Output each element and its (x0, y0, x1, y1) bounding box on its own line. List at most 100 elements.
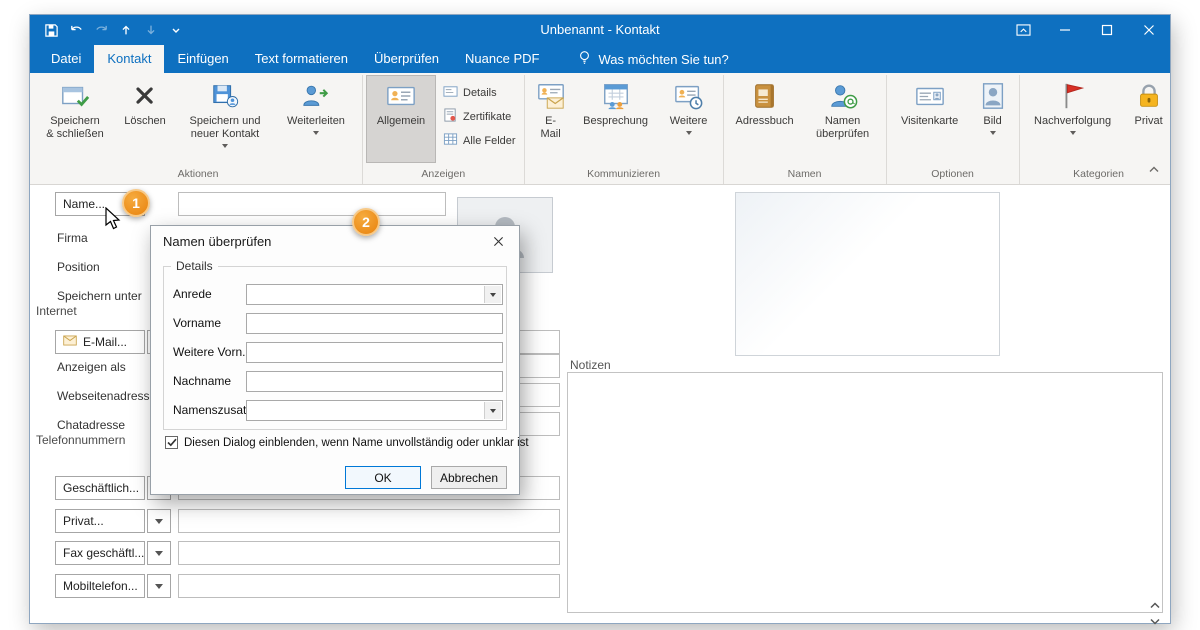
nachname-label: Nachname (173, 374, 232, 388)
nachname-input[interactable] (246, 371, 503, 392)
privat-button[interactable]: Privat (1123, 75, 1170, 163)
business-card-preview[interactable] (735, 192, 1000, 356)
save-new-contact-icon (209, 80, 241, 112)
chevron-down-icon[interactable] (484, 402, 501, 419)
save-and-close-button[interactable]: Speichern & schließen (37, 75, 113, 163)
meeting-calendar-icon (600, 80, 632, 112)
namenszusatz-select[interactable] (246, 400, 503, 421)
check-names-icon (827, 80, 859, 112)
save-and-new-contact-button[interactable]: Speichern und neuer Kontakt (177, 75, 273, 163)
notes-textarea[interactable] (567, 372, 1163, 613)
show-dialog-checkbox-row[interactable]: Diesen Dialog einblenden, wenn Name unvo… (165, 436, 529, 449)
weitere-button[interactable]: Weitere (658, 75, 720, 163)
phone-fax-button[interactable]: Fax geschäftl... (55, 541, 145, 565)
all-fields-grid-icon (443, 132, 458, 150)
scroll-up-button[interactable] (1146, 598, 1164, 612)
besprechung-button[interactable]: Besprechung (574, 75, 658, 163)
vorname-input[interactable] (246, 313, 503, 334)
tab-text-formatieren[interactable]: Text formatieren (242, 45, 361, 73)
delete-button[interactable]: Löschen (113, 75, 177, 163)
dropdown-caret (685, 131, 692, 135)
speichern-unter-label: Speichern unter (57, 289, 142, 303)
phone-geschaeftlich-button[interactable]: Geschäftlich... (55, 476, 145, 500)
annotation-step-1: 1 (122, 189, 150, 217)
tab-ueberpruefen[interactable]: Überprüfen (361, 45, 452, 73)
redo-icon[interactable] (90, 19, 112, 41)
group-label-namen: Namen (787, 168, 822, 180)
weitere-vorn-input[interactable] (246, 342, 503, 363)
ribbon-group-kommunizieren: E- Mail Besprechung Weitere Kommuniziere… (525, 75, 724, 184)
forward-button[interactable]: Weiterleiten (273, 75, 359, 163)
namen-ueberpruefen-button[interactable]: Namen überprüfen (803, 75, 883, 163)
notizen-label: Notizen (570, 358, 611, 372)
visitenkarte-button[interactable]: Visitenkarte (890, 75, 970, 163)
tab-kontakt[interactable]: Kontakt (94, 45, 165, 73)
outlook-contact-window: Unbenannt - Kontakt Datei Kontakt Einfüg… (30, 15, 1170, 625)
group-label-kommunizieren: Kommunizieren (587, 168, 661, 180)
phone-mobil-button[interactable]: Mobiltelefon... (55, 574, 145, 598)
alle-felder-button[interactable]: Alle Felder (440, 131, 519, 151)
ok-button[interactable]: OK (345, 466, 421, 489)
phone-privat-button[interactable]: Privat... (55, 509, 145, 533)
business-card-icon (914, 80, 946, 112)
adressbuch-button[interactable]: Adressbuch (727, 75, 803, 163)
private-lock-icon (1133, 80, 1165, 112)
phone-mobil-dropdown[interactable] (147, 574, 171, 598)
tab-datei[interactable]: Datei (38, 45, 94, 73)
undo-icon[interactable] (65, 19, 87, 41)
picture-portrait-icon (977, 80, 1009, 112)
address-book-icon (749, 80, 781, 112)
window-controls (1002, 15, 1170, 45)
anzeigen-als-label: Anzeigen als (57, 360, 126, 374)
anrede-label: Anrede (173, 287, 212, 301)
annotation-step-2: 2 (352, 208, 380, 236)
move-down-icon[interactable] (140, 19, 162, 41)
bild-button[interactable]: Bild (970, 75, 1016, 163)
ribbon-group-anzeigen: Allgemein Details Zertifikate Alle Felde… (363, 75, 525, 184)
phone-mobil-input[interactable] (178, 574, 560, 598)
checkbox-label: Diesen Dialog einblenden, wenn Name unvo… (184, 436, 529, 449)
group-label-optionen: Optionen (931, 168, 974, 180)
chevron-down-icon[interactable] (484, 286, 501, 303)
email-field-button[interactable]: E-Mail... (55, 330, 145, 354)
dropdown-caret (222, 144, 228, 148)
details-button[interactable]: Details (440, 83, 519, 103)
titlebar: Unbenannt - Kontakt (30, 15, 1170, 45)
dropdown-caret (1069, 131, 1076, 135)
email-button[interactable]: E- Mail (528, 75, 574, 163)
name-input[interactable] (178, 192, 446, 216)
phone-fax-input[interactable] (178, 541, 560, 565)
collapse-ribbon-icon[interactable] (1148, 161, 1160, 179)
close-button[interactable] (1128, 15, 1170, 45)
check-names-dialog: Namen überprüfen Details Anrede Vorname … (150, 225, 529, 495)
save-close-icon (59, 80, 91, 112)
maximize-button[interactable] (1086, 15, 1128, 45)
anrede-select[interactable] (246, 284, 503, 305)
customize-qat-icon[interactable] (165, 19, 187, 41)
phone-fax-dropdown[interactable] (147, 541, 171, 565)
close-icon (493, 236, 503, 246)
cancel-button[interactable]: Abbrechen (431, 466, 507, 489)
mouse-cursor (104, 206, 122, 236)
minimize-button[interactable] (1044, 15, 1086, 45)
tab-nuance-pdf[interactable]: Nuance PDF (452, 45, 552, 73)
checkbox-checked-icon[interactable] (165, 436, 178, 449)
move-up-icon[interactable] (115, 19, 137, 41)
tab-einfuegen[interactable]: Einfügen (164, 45, 241, 73)
dialog-close-button[interactable] (477, 226, 519, 256)
scroll-down-button[interactable] (1146, 614, 1164, 628)
allgemein-button[interactable]: Allgemein (366, 75, 436, 163)
dropdown-caret (313, 131, 319, 135)
delete-x-icon (129, 80, 161, 112)
phone-privat-input[interactable] (178, 509, 560, 533)
chatadresse-label: Chatadresse (57, 418, 126, 432)
phone-privat-dropdown[interactable] (147, 509, 171, 533)
tell-me-box[interactable]: Was möchten Sie tun? (578, 45, 729, 73)
nachverfolgung-button[interactable]: Nachverfolgung (1023, 75, 1123, 163)
ribbon-display-options-icon[interactable] (1002, 15, 1044, 45)
zertifikate-button[interactable]: Zertifikate (440, 107, 519, 127)
save-icon[interactable] (40, 19, 62, 41)
dropdown-caret (989, 131, 996, 135)
firma-label: Firma (57, 231, 88, 245)
follow-up-flag-icon (1057, 80, 1089, 112)
